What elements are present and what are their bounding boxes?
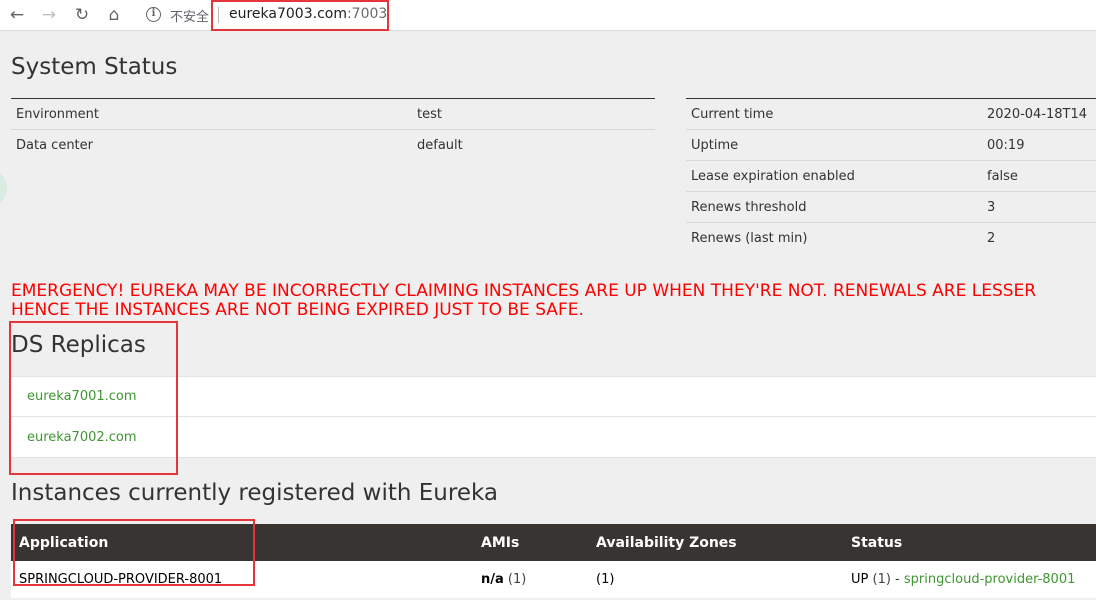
column-header-zones: Availability Zones <box>588 524 843 561</box>
info-key: Data center <box>11 129 412 161</box>
info-value: default <box>412 129 655 161</box>
info-key: Renews threshold <box>686 191 982 223</box>
table-row: Current time 2020-04-18T14 <box>686 98 1096 130</box>
info-key: Current time <box>686 98 982 130</box>
system-info-table-right: Current time 2020-04-18T14 Uptime 00:19 … <box>686 98 1096 254</box>
column-header-status: Status <box>843 524 1096 561</box>
status-value: UP <box>851 572 869 587</box>
back-arrow-icon[interactable]: ← <box>6 4 28 26</box>
info-value: 2 <box>982 222 1096 254</box>
system-info-table-left: Environment test Data center default <box>11 98 655 161</box>
table-row: Data center default <box>11 129 655 161</box>
emergency-warning: EMERGENCY! EUREKA MAY BE INCORRECTLY CLA… <box>11 282 1096 320</box>
replicas-highlight-box <box>9 321 178 475</box>
column-header-amis: AMIs <box>473 524 588 561</box>
zones-cell: (1) <box>588 561 843 598</box>
home-icon[interactable]: ⌂ <box>103 4 125 26</box>
emergency-line-2: HENCE THE INSTANCES ARE NOT BEING EXPIRE… <box>11 300 584 320</box>
table-row: Environment test <box>11 98 655 130</box>
table-row: Renews threshold 3 <box>686 191 1096 223</box>
insecure-label[interactable]: 不安全 <box>170 6 209 25</box>
emergency-line-1: EMERGENCY! EUREKA MAY BE INCORRECTLY CLA… <box>11 281 1037 301</box>
info-value: 2020-04-18T14 <box>982 98 1096 130</box>
info-key: Renews (last min) <box>686 222 982 254</box>
table-row: Uptime 00:19 <box>686 129 1096 161</box>
table-row: Renews (last min) 2 <box>686 222 1096 254</box>
instances-title: Instances currently registered with Eure… <box>11 480 498 506</box>
info-key: Uptime <box>686 129 982 161</box>
amis-count: (1) <box>507 572 527 587</box>
status-count: (1) - <box>872 572 900 587</box>
instance-link[interactable]: springcloud-provider-8001 <box>904 572 1075 587</box>
browser-toolbar: ← → ↻ ⌂ i 不安全 eureka7003.com:7003 <box>0 0 1096 31</box>
reload-icon[interactable]: ↻ <box>71 4 93 26</box>
table-row: Lease expiration enabled false <box>686 160 1096 192</box>
side-decoration <box>0 170 7 206</box>
application-highlight-box <box>13 519 255 586</box>
forward-arrow-icon[interactable]: → <box>38 4 60 26</box>
info-value: 00:19 <box>982 129 1096 161</box>
info-value: false <box>982 160 1096 192</box>
info-value: test <box>412 98 655 130</box>
info-icon[interactable]: i <box>146 7 161 22</box>
url-highlight-box <box>211 0 389 31</box>
info-key: Environment <box>11 98 412 130</box>
info-value: 3 <box>982 191 1096 223</box>
amis-cell: n/a (1) <box>473 561 588 598</box>
status-cell: UP (1) - springcloud-provider-8001 <box>843 561 1096 598</box>
system-status-title: System Status <box>11 54 178 80</box>
info-key: Lease expiration enabled <box>686 160 982 192</box>
amis-value: n/a <box>481 572 504 587</box>
